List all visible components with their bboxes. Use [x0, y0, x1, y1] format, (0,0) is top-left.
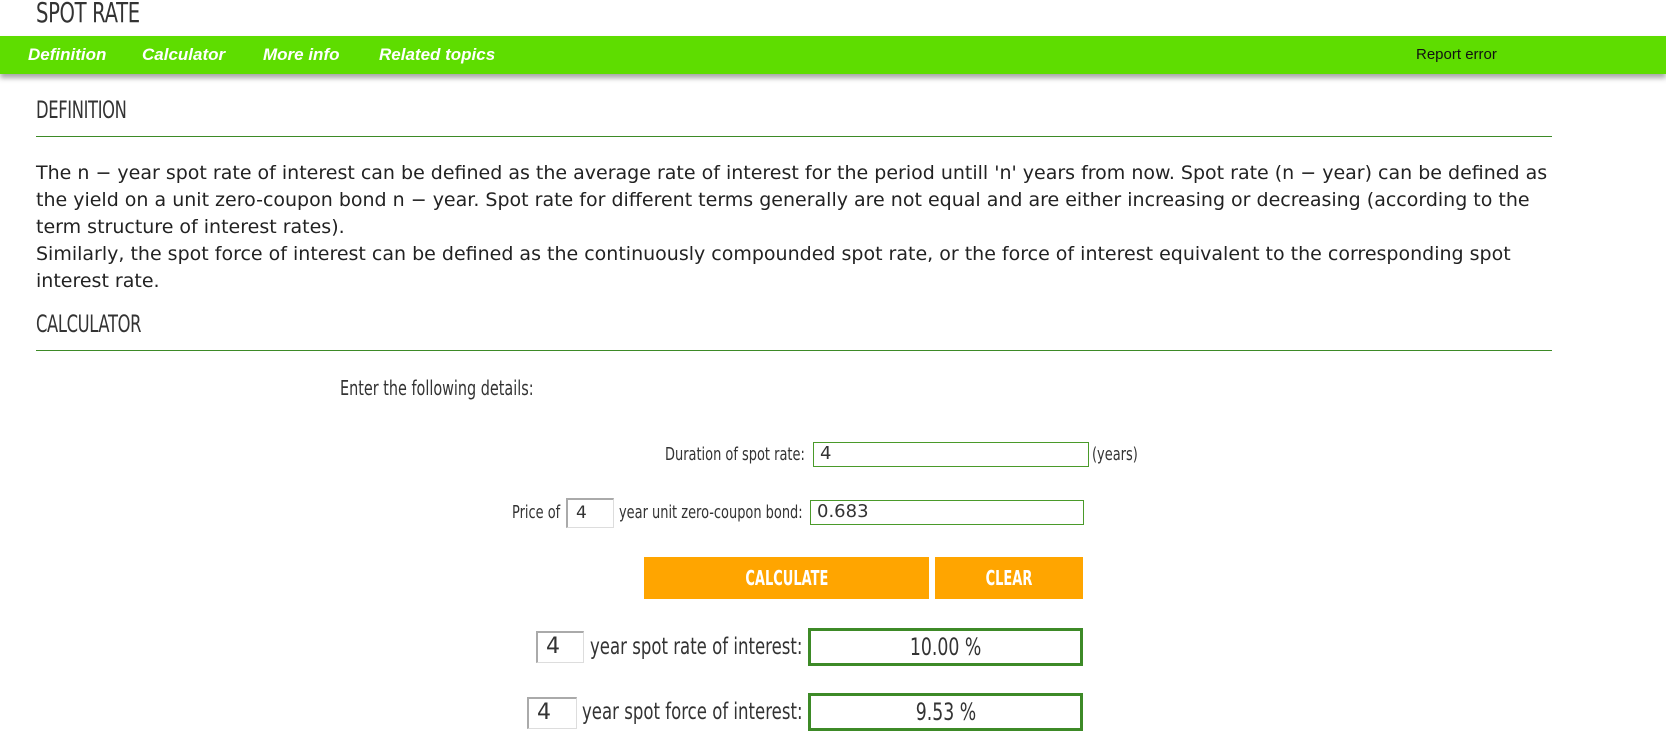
spot-force-label: year spot force of interest: [582, 699, 803, 725]
spot-rate-label: year spot rate of interest: [590, 634, 803, 660]
top-navbar: Definition Calculator More info Related … [0, 36, 1666, 74]
spot-rate-result-text: 10.00 % [909, 633, 982, 661]
clear-button-label: CLEAR [985, 566, 1033, 590]
nav-more-info[interactable]: More info [263, 36, 340, 74]
spot-force-result: 9.53 % [808, 693, 1083, 731]
calculator-intro: Enter the following details: [340, 376, 534, 400]
calculate-button[interactable]: CALCULATE [644, 557, 929, 599]
page-title: SPOT RATE [36, 0, 140, 29]
nav-definition[interactable]: Definition [28, 36, 106, 74]
duration-input[interactable]: 4 [813, 442, 1089, 467]
spot-rate-result: 10.00 % [808, 628, 1083, 666]
spot-force-term-input[interactable]: 4 [527, 697, 577, 729]
duration-unit: (years) [1092, 444, 1138, 465]
definition-paragraph-1: The n − year spot rate of interest can b… [36, 162, 1548, 238]
calculator-heading: CALCULATOR [36, 310, 1552, 351]
price-input[interactable]: 0.683 [810, 500, 1084, 525]
price-prefix-label: Price of [512, 502, 561, 523]
price-suffix-label: year unit zero-coupon bond: [619, 502, 803, 523]
definition-heading: DEFINITION [36, 96, 1552, 137]
price-term-input[interactable]: 4 [566, 498, 614, 528]
nav-calculator[interactable]: Calculator [142, 36, 225, 74]
clear-button[interactable]: CLEAR [935, 557, 1083, 599]
definition-text: The n − year spot rate of interest can b… [36, 160, 1566, 295]
duration-label: Duration of spot rate: [665, 444, 805, 465]
spot-rate-term-input[interactable]: 4 [536, 631, 584, 663]
calculate-button-label: CALCULATE [744, 566, 829, 590]
calculator-heading-text: CALCULATOR [36, 310, 142, 338]
definition-paragraph-2: Similarly, the spot force of interest ca… [36, 243, 1511, 292]
definition-heading-text: DEFINITION [36, 96, 127, 124]
spot-force-result-text: 9.53 % [915, 698, 976, 726]
nav-related-topics[interactable]: Related topics [379, 36, 495, 74]
report-error-link[interactable]: Report error [1416, 36, 1497, 74]
